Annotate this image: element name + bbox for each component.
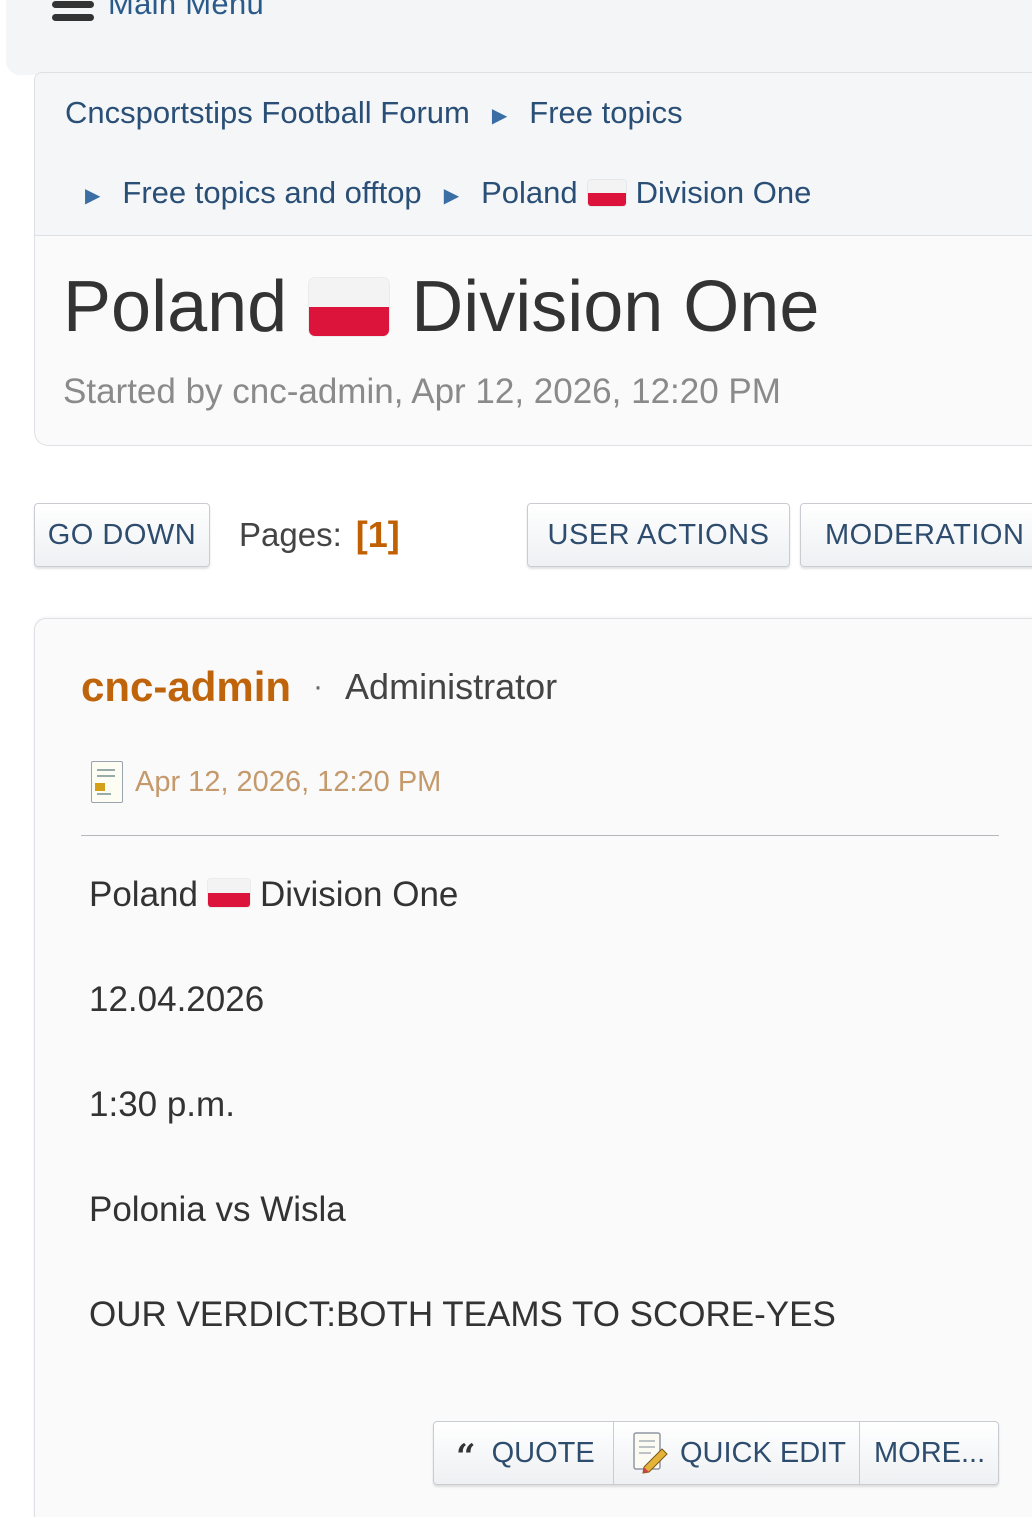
breadcrumb-current-topic-link[interactable]: Poland Division One [481,175,811,211]
separator-dot: · [313,670,324,703]
quick-edit-button[interactable]: QUICK EDIT [614,1422,860,1484]
more-button[interactable]: MORE... [860,1422,998,1484]
pages-label: Pages: [239,516,342,553]
user-actions-button[interactable]: USER ACTIONS [527,503,790,567]
topic-started-by: Started by cnc-admin, Apr 12, 2026, 12:2… [63,372,781,411]
post-title-suffix: Division One [259,875,459,914]
page-title: Poland Division One [63,266,819,348]
triangle-right-icon: ▶ [491,104,508,127]
author-role: Administrator [345,666,558,707]
quick-edit-label: QUICK EDIT [680,1436,846,1469]
poster-info: cnc-admin · Administrator [81,663,557,711]
post-date-link[interactable]: Apr 12, 2026, 12:20 PM [135,766,441,799]
hamburger-icon [52,0,94,21]
post-line-verdict: OUR VERDICT:BOTH TEAMS TO SCORE-YES [89,1295,836,1334]
post-title-prefix: Poland [89,875,198,914]
breadcrumb: Cncsportstips Football Forum ▶ Free topi… [34,72,1032,236]
poland-flag-icon [309,278,390,336]
top-bar: Main Menu [6,0,1032,75]
quote-label: QUOTE [491,1436,595,1469]
moderation-button[interactable]: MODERATION [800,503,1032,567]
topic-header: Poland Division One Started by cnc-admin… [34,236,1032,446]
post-body: Poland Division One 12.04.2026 1:30 p.m.… [89,875,836,1400]
main-menu-label: Main Menu [108,0,265,21]
triangle-right-icon: ▶ [85,184,101,207]
title-prefix: Poland [63,267,288,347]
post-line-title: Poland Division One [89,875,836,980]
breadcrumb-current-prefix: Poland [481,175,578,210]
page: Main Menu Cncsportstips Football Forum ▶… [0,0,1032,1517]
post-line-time: 1:30 p.m. [89,1085,235,1124]
post: cnc-admin · Administrator Apr 12, 2026, … [34,618,1032,1517]
breadcrumb-current-suffix: Division One [635,175,812,210]
post-line-date: 12.04.2026 [89,980,265,1019]
poland-flag-icon [587,180,626,206]
post-line-match: Polonia vs Wisla [89,1190,346,1229]
quote-button[interactable]: “ QUOTE [434,1422,614,1484]
divider [81,835,999,836]
more-label: MORE... [874,1436,986,1469]
breadcrumb-forum-link[interactable]: Cncsportstips Football Forum [65,95,470,131]
breadcrumb-free-topics-link[interactable]: Free topics [529,95,682,131]
author-link[interactable]: cnc-admin [81,663,291,711]
main-menu-button[interactable]: Main Menu [52,0,264,22]
go-down-button[interactable]: GO DOWN [34,503,210,567]
post-actions: “ QUOTE QUICK EDIT MORE... [433,1421,999,1485]
post-date: Apr 12, 2026, 12:20 PM [91,761,441,803]
pagination: Pages: [1] [239,514,400,556]
breadcrumb-offtop-link[interactable]: Free topics and offtop [122,175,421,211]
triangle-right-icon: ▶ [443,184,460,207]
document-icon [91,761,123,803]
current-page[interactable]: [1] [356,514,400,556]
poland-flag-icon [207,879,250,907]
title-suffix: Division One [411,267,820,347]
quote-icon: “ [456,1437,476,1477]
edit-document-icon [633,1432,668,1474]
